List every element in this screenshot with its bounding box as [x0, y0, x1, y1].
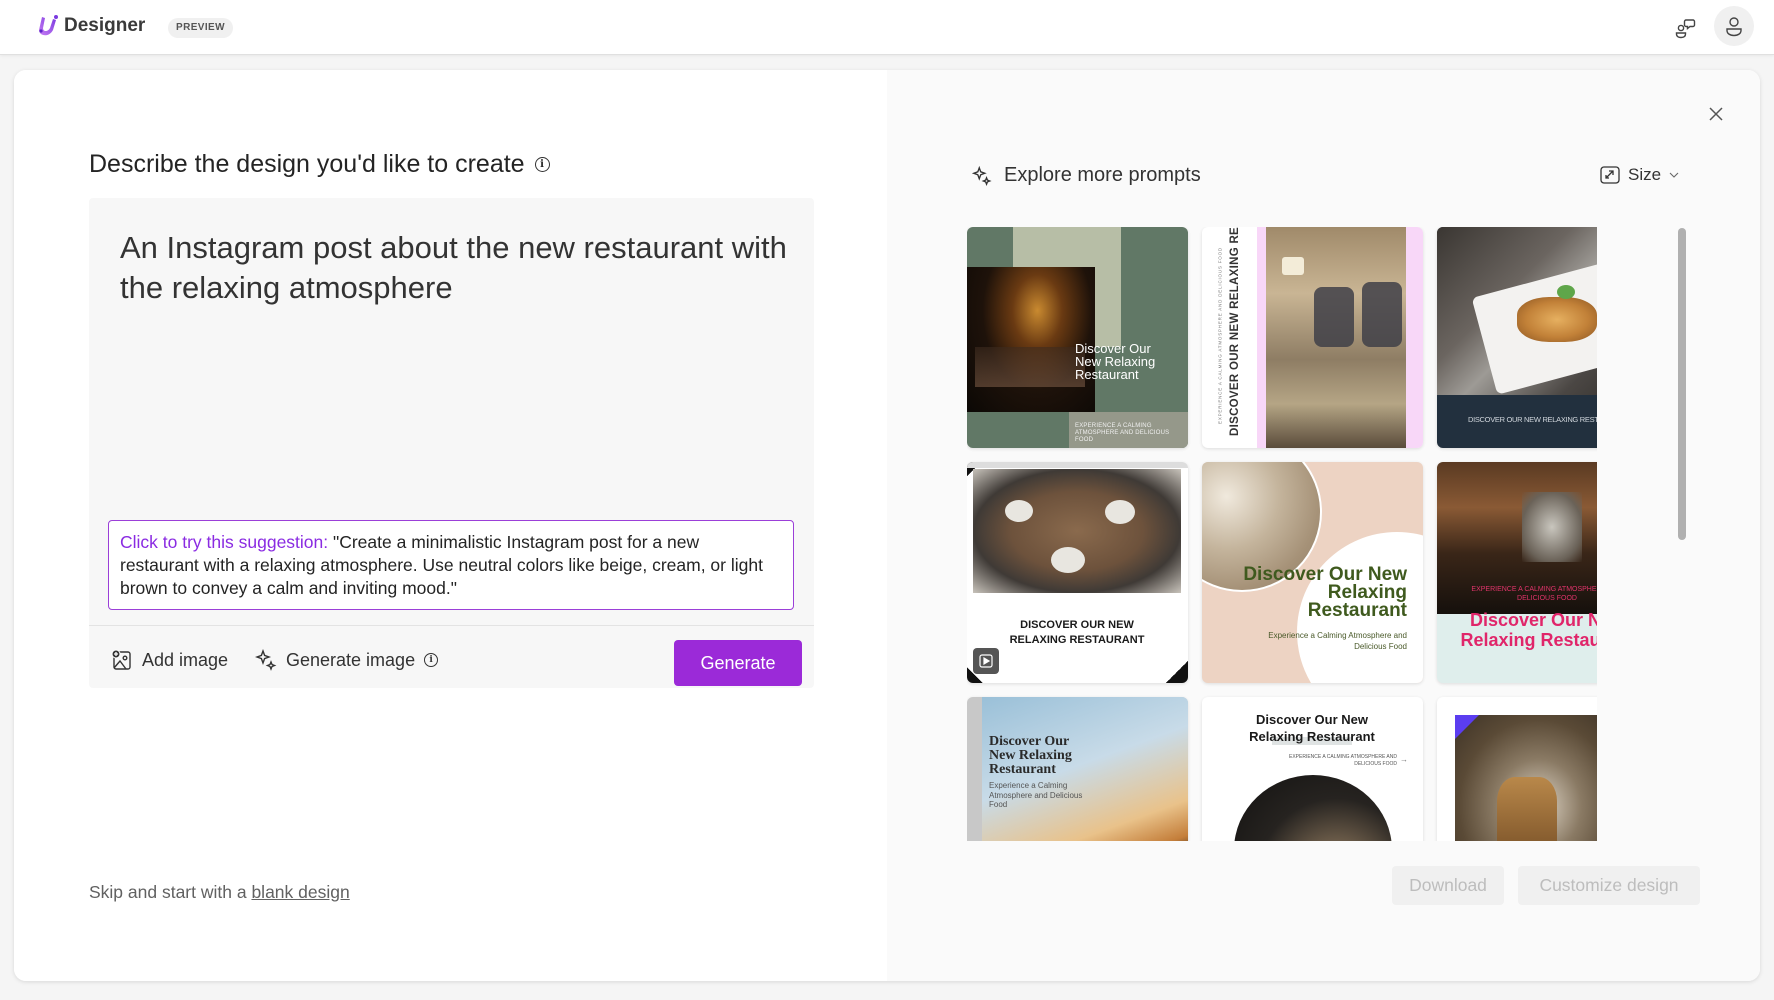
thumbnail-title: Discover Our New Relaxing Restaurant: [989, 734, 1072, 777]
template-grid-scrollbar[interactable]: [1678, 228, 1686, 540]
skip-text: Skip and start with a blank design: [89, 882, 350, 903]
explore-pane: Explore more prompts Size Discover Our N…: [887, 70, 1760, 981]
thumbnail-title: Discover Our New Relaxing Restaurant: [1075, 341, 1156, 382]
template-thumbnail[interactable]: DISCOVER OUR NEW RELAXING RESTAURANT: [1437, 227, 1597, 448]
explore-header: Explore more prompts: [972, 164, 1201, 187]
resize-icon: [1600, 166, 1620, 184]
info-icon[interactable]: i: [424, 653, 439, 667]
prompt-pane: Describe the design you'd like to create…: [14, 70, 887, 981]
generate-button[interactable]: Generate: [674, 640, 802, 686]
feedback-people-icon: [1675, 19, 1696, 39]
blank-design-link[interactable]: blank design: [251, 882, 349, 902]
thumbnail-title: DISCOVER OUR NEW RELAXING RESTAURANT: [1467, 415, 1597, 424]
preview-badge: PREVIEW: [168, 18, 233, 38]
download-button[interactable]: Download: [1392, 866, 1504, 905]
sparkle-icon: [255, 649, 277, 671]
template-grid: Discover Our New Relaxing Restaurant EXP…: [967, 227, 1597, 841]
template-thumbnail[interactable]: EXPERIENCE A CALMING ATMOSPHERE AND DELI…: [1437, 462, 1597, 683]
thumbnail-photo: [1234, 775, 1392, 841]
template-thumbnail[interactable]: Discover Our New Relaxing Restaurant Exp…: [967, 697, 1188, 841]
prompt-input[interactable]: [120, 228, 790, 488]
template-thumbnail[interactable]: DISCOVER OUR NEW RELAXING RESTAURANT: [967, 462, 1188, 683]
feedback-button[interactable]: [1670, 13, 1700, 43]
customize-design-button[interactable]: Customize design: [1518, 866, 1700, 905]
close-button[interactable]: [1704, 102, 1728, 126]
video-play-button[interactable]: [973, 648, 999, 674]
add-image-icon: [111, 649, 131, 670]
thumbnail-title: Discover Our New Relaxing Restaurant: [1249, 712, 1375, 744]
suggestion-lead: Click to try this suggestion:: [120, 532, 329, 552]
thumbnail-subtitle: EXPERIENCE A CALMING ATMOSPHERE AND DELI…: [1075, 423, 1170, 443]
top-bar: Designer PREVIEW: [0, 0, 1774, 55]
divider: [89, 625, 814, 626]
thumbnail-title: DISCOVER OUR NEW RELAXING RESTAURANT: [1229, 227, 1241, 436]
close-icon: [1709, 107, 1723, 121]
thumbnail-title: Discover Our New Relaxing Restaurant: [1460, 610, 1597, 650]
explore-label: Explore more prompts: [1004, 164, 1201, 186]
thumbnail-subtitle: Experience a Calming Atmosphere and Deli…: [989, 781, 1083, 809]
person-icon: [1726, 17, 1742, 37]
thumbnail-subtitle: EXPERIENCE A CALMING ATMOSPHERE AND DELI…: [1217, 247, 1223, 424]
designer-logo-icon: [39, 15, 58, 36]
generate-image-button[interactable]: Generate image i: [255, 642, 439, 678]
play-icon: [979, 654, 993, 668]
suggestion-card[interactable]: Click to try this suggestion: "Create a …: [108, 520, 794, 610]
thumbnail-photo: [967, 267, 1095, 412]
size-dropdown[interactable]: Size: [1600, 165, 1679, 185]
thumbnail-title: DISCOVER OUR NEW RELAXING RESTAURANT: [1009, 619, 1145, 646]
template-thumbnail[interactable]: Discover Our New Relaxing Restaurant EXP…: [1202, 697, 1423, 841]
size-label: Size: [1628, 165, 1662, 184]
template-thumbnail[interactable]: DISCOVER OUR NEW RELAXING RESTAURANT EXP…: [1202, 227, 1423, 448]
add-image-button[interactable]: Add image: [111, 642, 228, 678]
thumbnail-subtitle: EXPERIENCE A CALMING ATMOSPHERE AND DELI…: [1289, 754, 1397, 767]
page-title: Describe the design you'd like to create…: [89, 150, 550, 179]
template-thumbnail[interactable]: [1437, 697, 1597, 841]
template-thumbnail[interactable]: Discover Our New Relaxing Restaurant EXP…: [967, 227, 1188, 448]
sparkle-icon: [972, 165, 992, 186]
chevron-down-icon: [1669, 172, 1679, 178]
create-design-dialog: Describe the design you'd like to create…: [14, 70, 1760, 981]
thumbnail-title: Discover Our New Relaxing Restaurant: [1243, 564, 1407, 621]
skip-prefix: Skip and start with a: [89, 882, 252, 902]
arrow-icon: →: [1400, 755, 1408, 764]
thumbnail-photo: [973, 469, 1181, 593]
prompt-box: Click to try this suggestion: "Create a …: [89, 198, 814, 688]
template-thumbnail[interactable]: Discover Our New Relaxing Restaurant Exp…: [1202, 462, 1423, 683]
app-brand: Designer: [64, 15, 146, 36]
add-image-label: Add image: [142, 649, 229, 670]
thumbnail-subtitle: EXPERIENCE A CALMING ATMOSPHERE AND DELI…: [1471, 586, 1597, 602]
generate-image-label: Generate image: [286, 649, 416, 670]
account-button[interactable]: [1714, 6, 1754, 46]
info-icon[interactable]: i: [534, 157, 550, 172]
page-title-text: Describe the design you'd like to create: [89, 150, 525, 178]
thumbnail-subtitle: Experience a Calming Atmosphere and Deli…: [1268, 631, 1407, 651]
